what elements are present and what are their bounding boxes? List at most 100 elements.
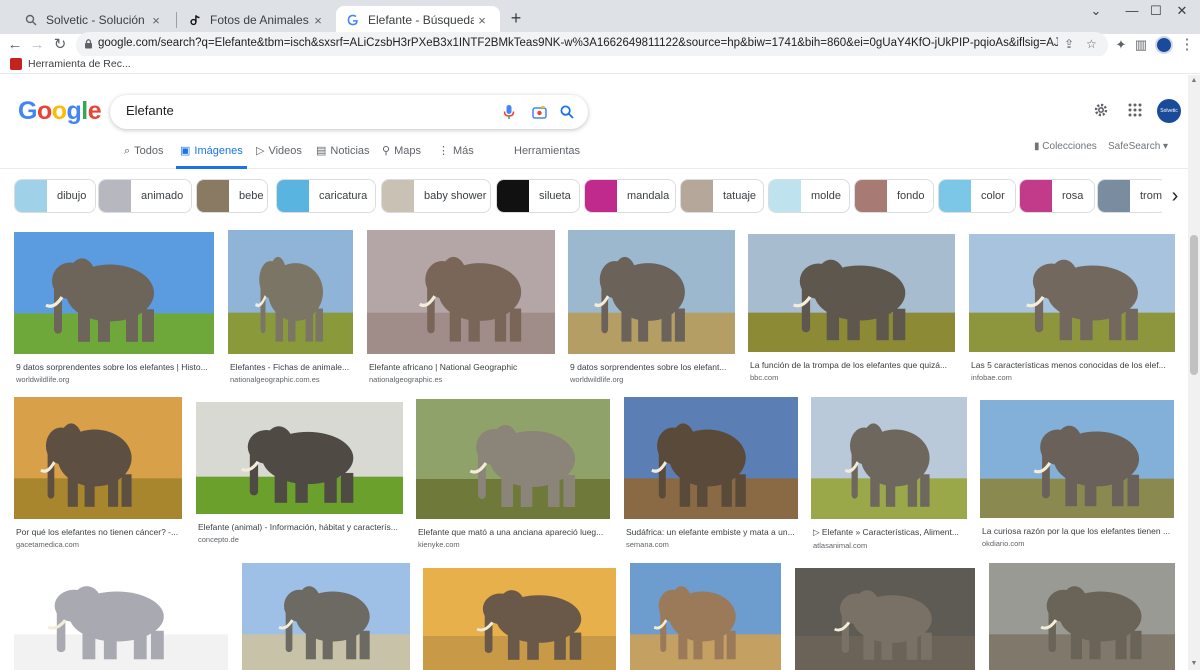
suggestion-chip[interactable]: rosa bbox=[1019, 179, 1095, 213]
tab-animales[interactable]: Fotos de Animales, Imágenes de × bbox=[178, 6, 336, 34]
image-result[interactable]: Elefantes - Fichas de animale... national… bbox=[228, 230, 353, 384]
result-title[interactable]: Las 5 características menos conocidas de… bbox=[969, 360, 1175, 370]
address-bar[interactable]: google.com/search?q=Elefante&tbm=isch&sx… bbox=[76, 32, 1108, 58]
image-result[interactable]: Elefante que mató a una anciana apareció… bbox=[416, 399, 610, 549]
microphone-icon[interactable] bbox=[498, 101, 520, 123]
extensions-icon[interactable]: ✦ bbox=[1110, 34, 1132, 56]
image-result[interactable]: Elefante africano | National Geographic n… bbox=[367, 230, 555, 384]
result-title[interactable]: Elefantes - Fichas de animale... bbox=[228, 362, 353, 372]
suggestion-chip[interactable]: bebe bbox=[196, 179, 268, 213]
image-result[interactable]: Elefante (animal) - Información, hábitat… bbox=[196, 402, 403, 544]
suggestion-chip[interactable]: mandala bbox=[584, 179, 676, 213]
image-result[interactable] bbox=[795, 568, 975, 670]
image-result[interactable] bbox=[14, 563, 228, 670]
url-text[interactable]: google.com/search?q=Elefante&tbm=isch&sx… bbox=[98, 37, 1058, 49]
result-thumbnail[interactable] bbox=[423, 568, 616, 670]
result-thumbnail[interactable] bbox=[748, 234, 955, 352]
suggestion-chip[interactable]: animado bbox=[98, 179, 192, 213]
scrollbar[interactable]: ▲ ▼ bbox=[1188, 75, 1200, 670]
result-thumbnail[interactable] bbox=[969, 234, 1175, 352]
tab-todos[interactable]: ⌕ Todos bbox=[124, 145, 164, 169]
result-title[interactable]: Elefante que mató a una anciana apareció… bbox=[416, 527, 610, 537]
result-thumbnail[interactable] bbox=[367, 230, 555, 354]
bookmark-star-icon[interactable]: ☆ bbox=[1086, 37, 1097, 51]
suggestion-chip[interactable]: molde bbox=[768, 179, 850, 213]
tab-imagenes[interactable]: ▣ Imágenes bbox=[176, 145, 247, 169]
result-title[interactable]: La curiosa razón por la que los elefante… bbox=[980, 526, 1174, 536]
suggestion-chip[interactable]: tatuaje bbox=[680, 179, 764, 213]
image-result[interactable] bbox=[242, 563, 410, 670]
image-result[interactable]: Por qué los elefantes no tienen cáncer? … bbox=[14, 397, 182, 549]
apps-grid-icon[interactable] bbox=[1124, 99, 1146, 121]
close-tab-icon[interactable]: × bbox=[474, 13, 490, 28]
share-icon[interactable]: ⇪ bbox=[1064, 37, 1074, 51]
back-icon[interactable]: ← bbox=[4, 34, 26, 56]
forward-icon[interactable]: → bbox=[26, 34, 48, 56]
close-tab-icon[interactable]: × bbox=[310, 13, 326, 28]
account-avatar[interactable]: Solvetic bbox=[1157, 99, 1181, 123]
image-result[interactable]: 9 datos sorprendentes sobre los elefante… bbox=[14, 232, 214, 384]
reload-icon[interactable]: ↻ bbox=[49, 34, 71, 56]
result-title[interactable]: Por qué los elefantes no tienen cáncer? … bbox=[14, 527, 182, 537]
result-thumbnail[interactable] bbox=[14, 397, 182, 519]
tab-videos[interactable]: ▷ Videos bbox=[256, 145, 302, 169]
suggestion-chip[interactable]: silueta bbox=[496, 179, 580, 213]
result-thumbnail[interactable] bbox=[14, 563, 228, 670]
result-thumbnail[interactable] bbox=[196, 402, 403, 514]
suggestion-chip[interactable]: fondo bbox=[854, 179, 934, 213]
google-logo[interactable]: Google bbox=[18, 97, 102, 126]
side-panel-icon[interactable]: ▥ bbox=[1130, 34, 1152, 56]
suggestion-chip[interactable]: baby shower bbox=[381, 179, 491, 213]
tab-search-dropdown-icon[interactable]: ⌄ bbox=[1076, 0, 1116, 22]
menu-dots-icon[interactable]: ⋮ bbox=[1176, 34, 1198, 56]
tab-mas[interactable]: ⋮ Más bbox=[438, 145, 474, 169]
image-result[interactable]: 9 datos sorprendentes sobre los elefant.… bbox=[568, 230, 735, 384]
suggestion-chip[interactable]: color bbox=[938, 179, 1016, 213]
image-result[interactable]: La función de la trompa de los elefantes… bbox=[748, 234, 955, 382]
profile-avatar[interactable] bbox=[1155, 36, 1173, 54]
tab-solvetic[interactable]: Solvetic - Solución a los problem × bbox=[14, 6, 174, 34]
safesearch-button[interactable]: SafeSearch ▾ bbox=[1108, 141, 1168, 152]
result-thumbnail[interactable] bbox=[14, 232, 214, 354]
image-result[interactable]: ▷ Elefante » Características, Aliment...… bbox=[811, 397, 967, 550]
close-window-button[interactable]: ✕ bbox=[1162, 0, 1200, 22]
settings-gear-icon[interactable] bbox=[1090, 99, 1112, 121]
result-title[interactable]: Elefante africano | National Geographic bbox=[367, 362, 555, 372]
result-title[interactable]: Sudáfrica: un elefante embiste y mata a … bbox=[624, 527, 798, 537]
search-input[interactable] bbox=[126, 103, 486, 118]
image-result[interactable]: Las 5 características menos conocidas de… bbox=[969, 234, 1175, 382]
result-title[interactable]: ▷ Elefante » Características, Aliment... bbox=[811, 527, 967, 538]
result-title[interactable]: Elefante (animal) - Información, hábitat… bbox=[196, 522, 403, 532]
collections-link[interactable]: ▮ Colecciones bbox=[1034, 141, 1097, 152]
tab-elefante[interactable]: Elefante - Búsqueda de Google × bbox=[336, 6, 500, 34]
result-thumbnail[interactable] bbox=[630, 563, 781, 670]
chevron-right-icon[interactable]: › bbox=[1162, 179, 1188, 213]
result-thumbnail[interactable] bbox=[624, 397, 798, 519]
bookmark-item[interactable]: Herramienta de Rec... bbox=[10, 58, 131, 70]
result-thumbnail[interactable] bbox=[980, 400, 1174, 518]
result-thumbnail[interactable] bbox=[568, 230, 735, 354]
suggestion-chip[interactable]: tromp bbox=[1097, 179, 1167, 213]
result-thumbnail[interactable] bbox=[811, 397, 967, 519]
scroll-down-icon[interactable]: ▼ bbox=[1188, 658, 1200, 670]
result-thumbnail[interactable] bbox=[795, 568, 975, 670]
result-thumbnail[interactable] bbox=[242, 563, 410, 670]
image-result[interactable] bbox=[630, 563, 781, 670]
tab-maps[interactable]: ⚲ Maps bbox=[382, 145, 421, 169]
scrollbar-thumb[interactable] bbox=[1190, 235, 1198, 375]
close-tab-icon[interactable]: × bbox=[148, 13, 164, 28]
result-title[interactable]: 9 datos sorprendentes sobre los elefant.… bbox=[568, 362, 735, 372]
result-thumbnail[interactable] bbox=[416, 399, 610, 519]
result-title[interactable]: La función de la trompa de los elefantes… bbox=[748, 360, 955, 370]
search-icon[interactable] bbox=[556, 101, 578, 123]
image-result[interactable]: La curiosa razón por la que los elefante… bbox=[980, 400, 1174, 548]
scroll-up-icon[interactable]: ▲ bbox=[1188, 75, 1200, 87]
suggestion-chip[interactable]: dibujo bbox=[14, 179, 96, 213]
image-result[interactable]: Sudáfrica: un elefante embiste y mata a … bbox=[624, 397, 798, 549]
image-result[interactable] bbox=[423, 568, 616, 670]
result-thumbnail[interactable] bbox=[228, 230, 353, 354]
image-result[interactable] bbox=[989, 563, 1175, 670]
tab-noticias[interactable]: ▤ Noticias bbox=[316, 145, 370, 169]
result-thumbnail[interactable] bbox=[989, 563, 1175, 670]
tools-button[interactable]: Herramientas bbox=[514, 145, 580, 169]
